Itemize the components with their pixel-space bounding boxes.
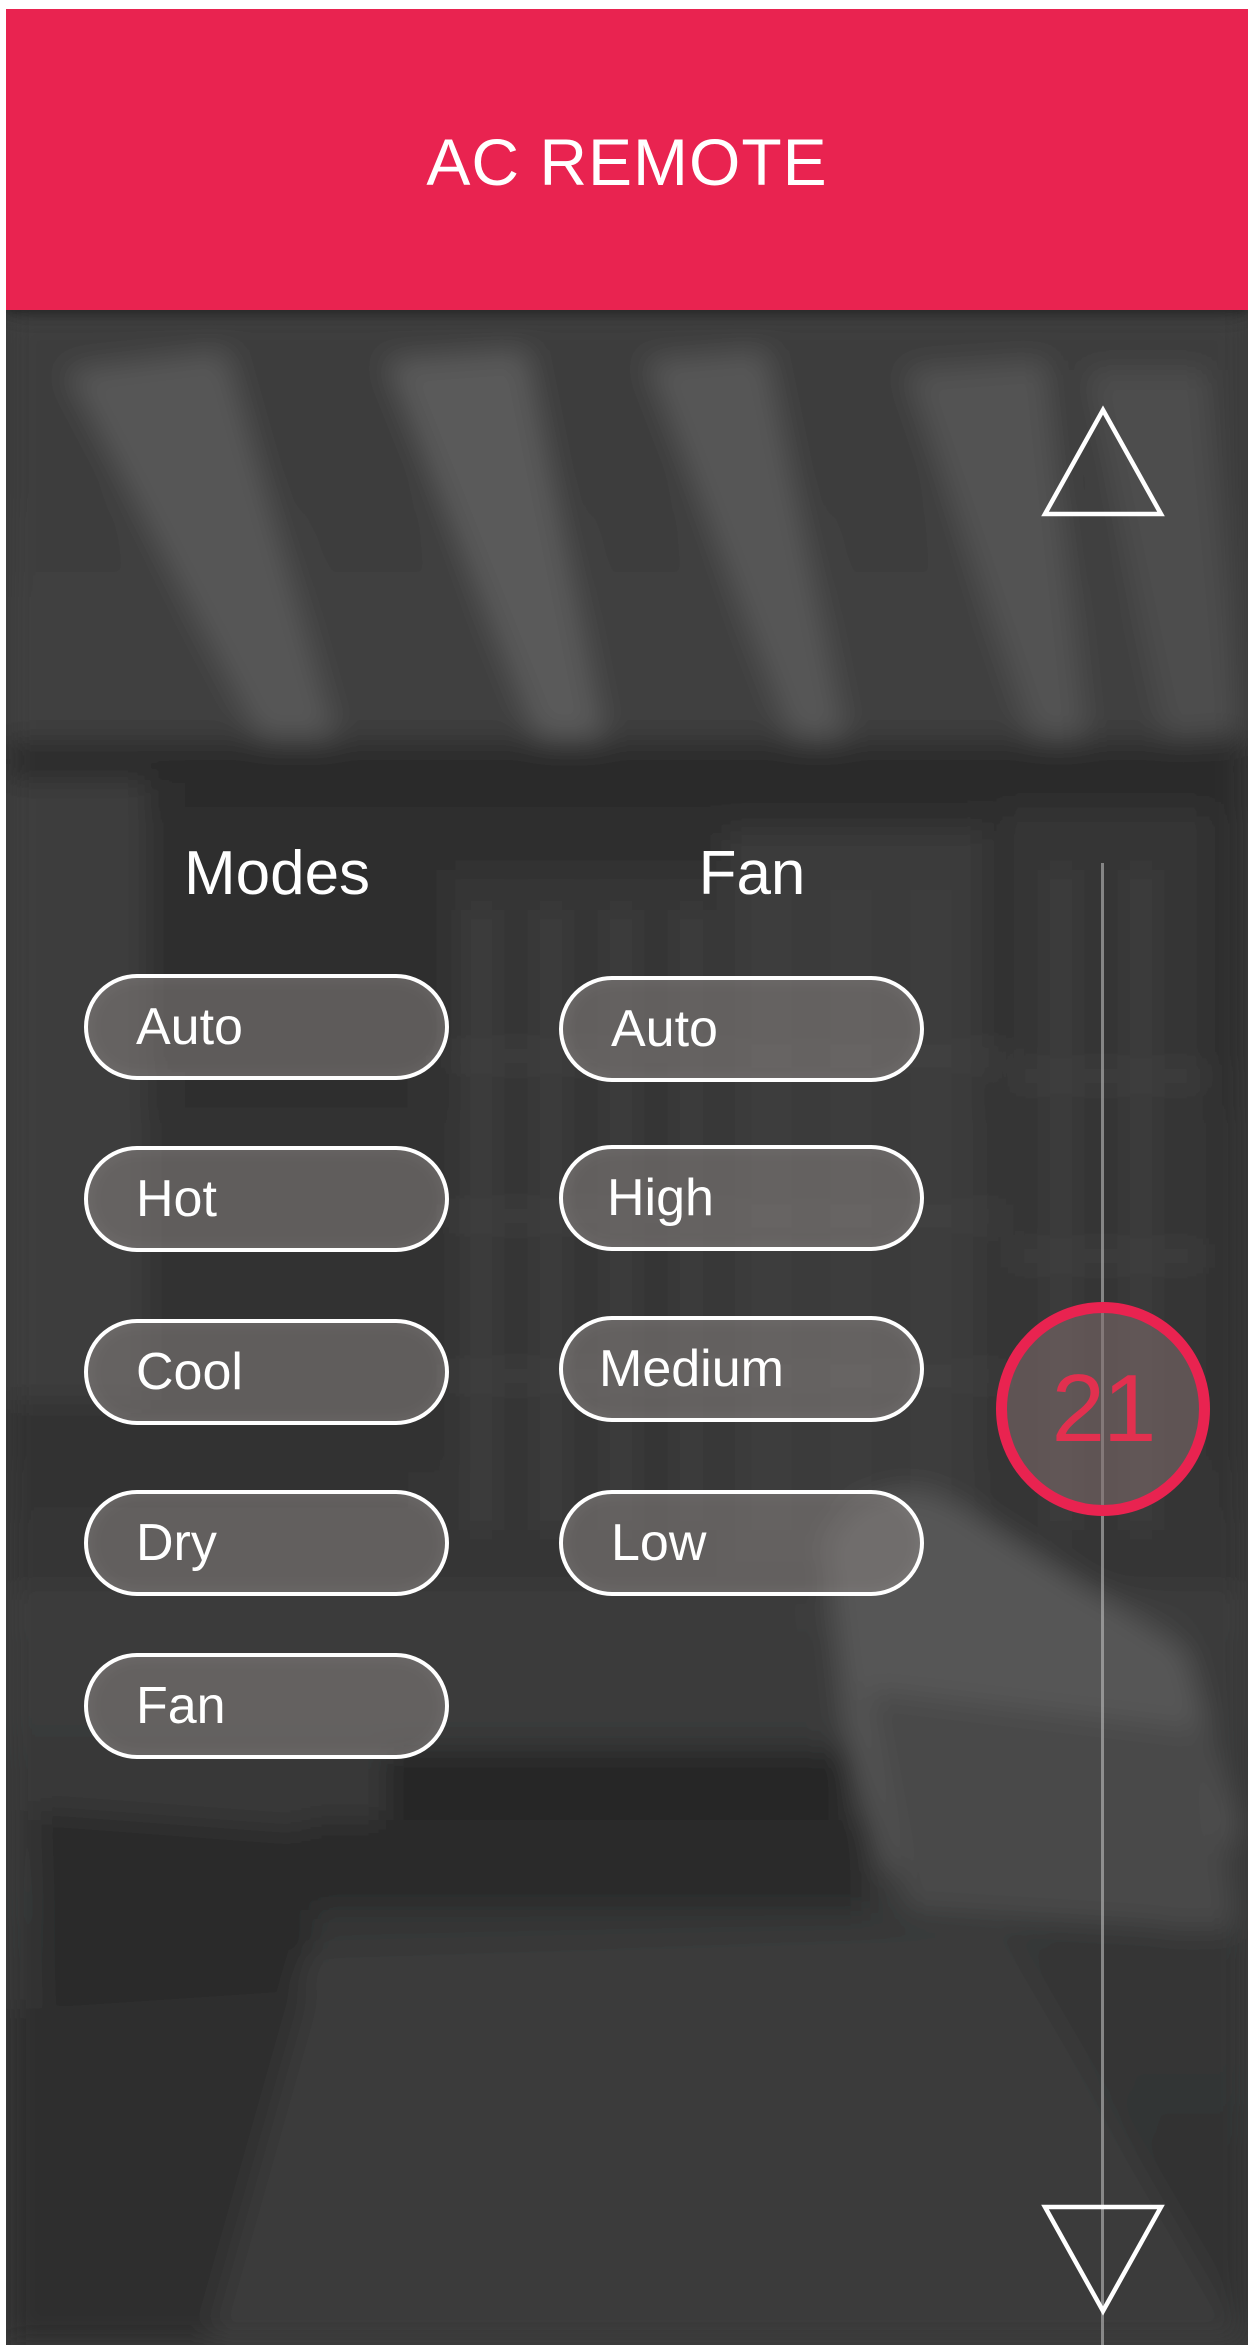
temperature-value: 21 — [1051, 1355, 1157, 1462]
temperature-slider-knob[interactable]: 21 — [996, 1302, 1210, 1516]
mode-hot-button[interactable]: Hot — [84, 1146, 449, 1252]
app-header: AC REMOTE — [6, 9, 1248, 310]
fan-low-button[interactable]: Low — [559, 1490, 924, 1596]
page-title: AC REMOTE — [426, 124, 828, 199]
mode-cool-button[interactable]: Cool — [84, 1319, 449, 1425]
mode-fan-button[interactable]: Fan — [84, 1653, 449, 1759]
living-room-background: Modes Auto Hot Cool Dry Fan Fan Auto Hig… — [6, 310, 1248, 2345]
fan-medium-button[interactable]: Medium — [559, 1316, 924, 1422]
modes-title: Modes — [183, 839, 371, 908]
triangle-up-icon — [1041, 405, 1165, 517]
temperature-slider-track[interactable] — [1101, 863, 1104, 2345]
mode-dry-button[interactable]: Dry — [84, 1490, 449, 1596]
triangle-down-icon — [1041, 2204, 1165, 2316]
fan-high-button[interactable]: High — [559, 1145, 924, 1251]
fan-auto-button[interactable]: Auto — [559, 976, 924, 1082]
mode-auto-button[interactable]: Auto — [84, 974, 449, 1080]
ac-remote-app: AC REMOTE Modes Auto Hot Cool Dry Fan Fa… — [6, 9, 1248, 2345]
fan-title: Fan — [698, 839, 806, 908]
